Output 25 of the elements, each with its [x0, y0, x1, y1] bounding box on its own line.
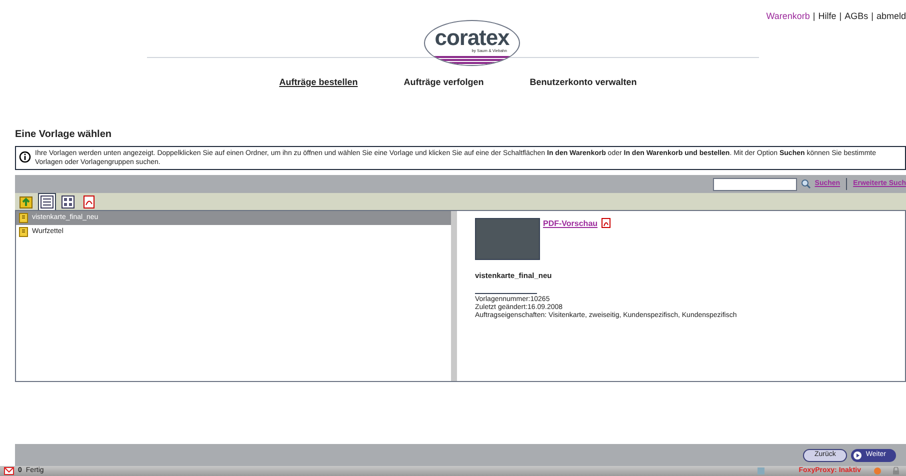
- pdf-icon: [82, 194, 96, 209]
- grid-view-icon: [61, 194, 75, 209]
- logo-text: coratex: [434, 27, 510, 49]
- search-field[interactable]: [712, 178, 797, 191]
- top-link[interactable]: abmeld: [876, 10, 906, 18]
- folder-up-icon: [19, 194, 33, 209]
- document-icon: [19, 213, 28, 224]
- nav-link[interactable]: Benutzerkonto verwalten: [530, 76, 637, 90]
- pdf-icon: [600, 218, 611, 228]
- top-link[interactable]: Warenkorb: [766, 10, 810, 18]
- search-icon: [800, 179, 811, 190]
- lock-icon: [892, 467, 900, 475]
- document-icon: [19, 227, 28, 238]
- top-link[interactable]: AGBs: [844, 10, 868, 18]
- nav-link[interactable]: Aufträge bestellen: [279, 76, 358, 90]
- list-view-icon: [40, 194, 54, 209]
- page-heading: Eine Vorlage wählen: [15, 128, 113, 142]
- business-card-thumbnail: [475, 218, 540, 260]
- nav-link[interactable]: Aufträge verfolgen: [404, 76, 484, 90]
- view-button[interactable]: [38, 192, 56, 211]
- view-button[interactable]: [59, 192, 77, 211]
- play-icon: [852, 450, 862, 460]
- top-link[interactable]: Hilfe: [818, 10, 836, 18]
- pdf-preview-link[interactable]: PDF-Vorschau: [543, 218, 598, 230]
- info-icon: [19, 151, 31, 164]
